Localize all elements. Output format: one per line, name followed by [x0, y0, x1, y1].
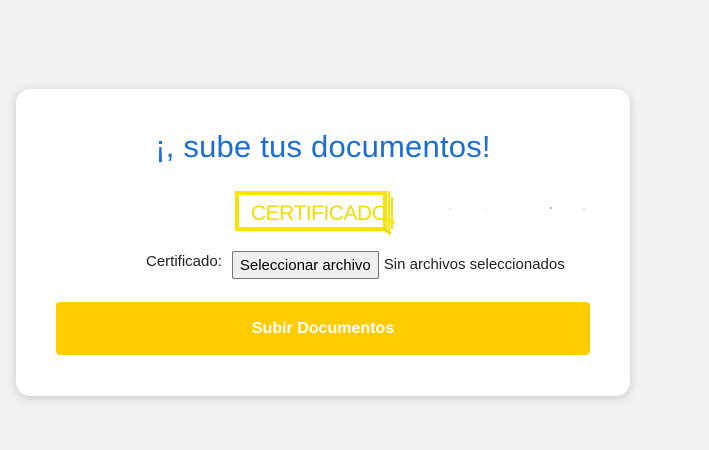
upload-card: ¡, sube tus documentos! CERTIFICADO Cert…: [16, 89, 630, 396]
certificado-label: Certificado:: [146, 253, 222, 270]
page-title: ¡, sube tus documentos!: [155, 129, 491, 164]
logo-text: CERTIFICADO: [251, 202, 388, 225]
submit-documents-button[interactable]: Subir Documentos: [56, 302, 590, 355]
file-status-text: Sin archivos seleccionados: [383, 256, 565, 273]
file-upload-row: Certificado: Seleccionar archivo Sin arc…: [146, 250, 565, 280]
logo-scribble-icon: [383, 191, 396, 235]
select-file-button[interactable]: Seleccionar archivo: [231, 251, 379, 279]
certificado-logo: CERTIFICADO: [233, 189, 413, 241]
faint-marks: [449, 207, 585, 210]
